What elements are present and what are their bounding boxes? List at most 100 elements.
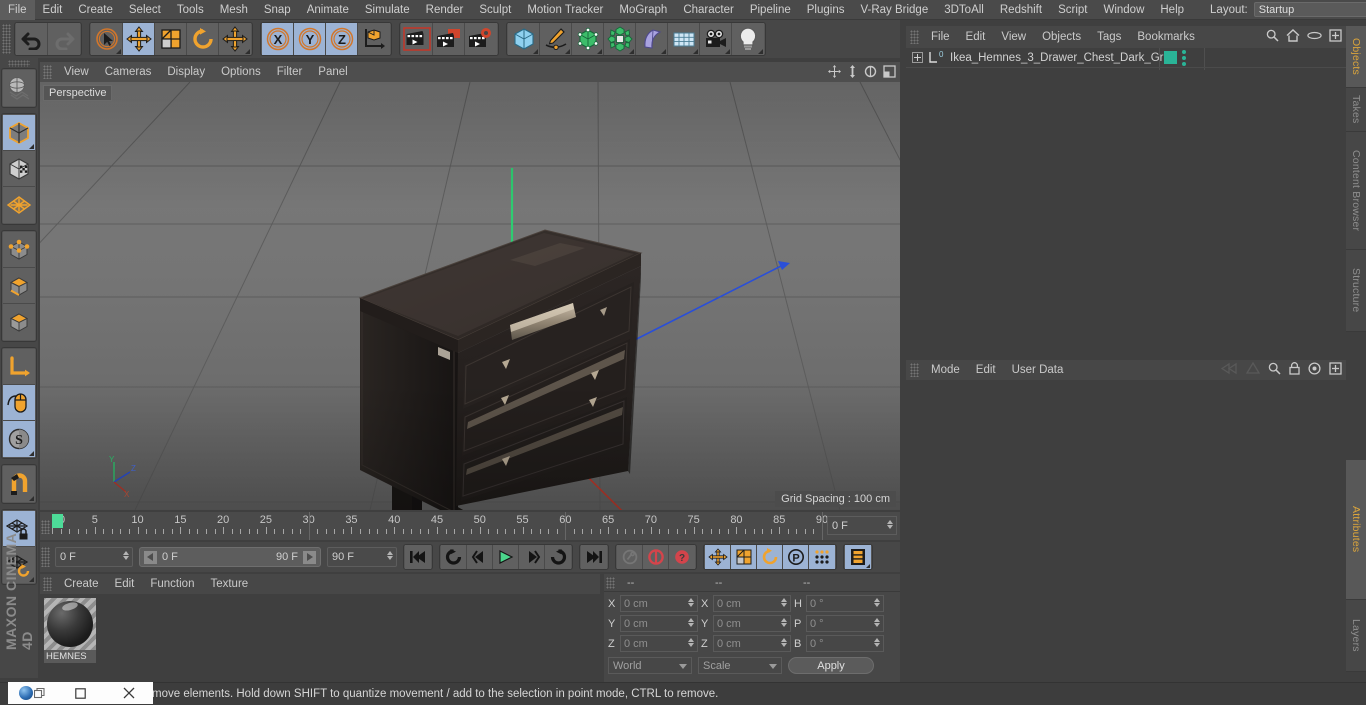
menu-item-window[interactable]: Window	[1095, 0, 1152, 20]
move-button[interactable]	[123, 23, 155, 55]
object-menu-file[interactable]: File	[923, 26, 958, 48]
target-icon[interactable]	[1308, 362, 1321, 378]
parameter-key-button[interactable]: P	[783, 545, 809, 569]
viewport-menu-panel[interactable]: Panel	[310, 62, 355, 82]
step-back-button[interactable]	[467, 545, 493, 569]
back-nav-icon[interactable]	[1220, 362, 1238, 378]
menu-item-plugins[interactable]: Plugins	[799, 0, 853, 20]
lock-x-button[interactable]: X	[262, 23, 294, 55]
previous-key-button[interactable]	[441, 545, 467, 569]
render-to-picture-viewer-button[interactable]	[433, 23, 465, 55]
max-frame-field[interactable]: 90 F	[327, 547, 397, 567]
menu-item-edit[interactable]: Edit	[35, 0, 71, 20]
rotate-button[interactable]	[187, 23, 219, 55]
record-active-objects-button[interactable]	[617, 545, 643, 569]
pan-icon[interactable]	[828, 65, 841, 81]
spinner-icon[interactable]	[874, 638, 880, 647]
add-array-button[interactable]	[604, 23, 636, 55]
menu-item-script[interactable]: Script	[1050, 0, 1095, 20]
coordinate-input-size-x[interactable]: 0 cm	[713, 595, 791, 612]
vtab-structure[interactable]: Structure	[1346, 250, 1366, 332]
menu-item-redshift[interactable]: Redshift	[992, 0, 1050, 20]
object-menu-objects[interactable]: Objects	[1034, 26, 1089, 48]
undo-button[interactable]	[16, 23, 48, 55]
position-key-button[interactable]	[705, 545, 731, 569]
forward-nav-icon[interactable]	[1245, 361, 1261, 378]
attribute-manager-grip[interactable]	[910, 363, 919, 377]
add-cube-button[interactable]	[508, 23, 540, 55]
point-mode-button[interactable]	[3, 232, 35, 268]
vtab-objects[interactable]: Objects	[1346, 26, 1366, 88]
coordinate-system-dropdown[interactable]: World	[608, 657, 692, 674]
app-orb-icon[interactable]	[8, 686, 56, 700]
menu-item-file[interactable]: File	[0, 0, 35, 20]
object-menu-tags[interactable]: Tags	[1089, 26, 1129, 48]
viewport-menu-view[interactable]: View	[56, 62, 97, 82]
enable-tweak-button[interactable]	[3, 385, 35, 421]
go-to-start-button[interactable]	[405, 545, 431, 569]
material-menu-edit[interactable]: Edit	[107, 574, 143, 594]
material-menu-create[interactable]: Create	[56, 574, 107, 594]
coordinate-input-position-y[interactable]: 0 cm	[620, 615, 698, 632]
model-mode-button[interactable]	[3, 115, 35, 151]
vtab-layers[interactable]: Layers	[1346, 600, 1366, 672]
axis-mode-button[interactable]	[3, 349, 35, 385]
lock-icon[interactable]	[1289, 362, 1300, 378]
coordinate-mode-dropdown[interactable]: Scale	[698, 657, 782, 674]
close-icon[interactable]	[105, 687, 153, 699]
snap-button[interactable]	[3, 466, 35, 502]
undo-view-button[interactable]	[3, 70, 35, 106]
step-forward-button[interactable]	[519, 545, 545, 569]
render-settings-button[interactable]	[465, 23, 497, 55]
object-menu-edit[interactable]: Edit	[958, 26, 994, 48]
material-list[interactable]: HEMNES	[40, 594, 600, 682]
search-icon[interactable]	[1268, 362, 1281, 378]
add-spline-button[interactable]	[540, 23, 572, 55]
move-alt-button[interactable]	[219, 23, 251, 55]
scale-key-button[interactable]	[731, 545, 757, 569]
viewport-menu-cameras[interactable]: Cameras	[97, 62, 160, 82]
expand-toggle-icon[interactable]	[912, 52, 923, 63]
redo-button[interactable]	[48, 23, 80, 55]
rotation-key-button[interactable]	[757, 545, 783, 569]
add-light-button[interactable]	[732, 23, 764, 55]
add-tab-icon[interactable]	[1329, 362, 1342, 378]
search-icon[interactable]	[1266, 29, 1279, 45]
menu-item-tools[interactable]: Tools	[169, 0, 212, 20]
play-button[interactable]	[493, 545, 519, 569]
add-camera-button[interactable]	[700, 23, 732, 55]
current-frame-field[interactable]: 0 F	[55, 547, 133, 567]
attribute-menu-mode[interactable]: Mode	[923, 360, 968, 380]
coordinate-input-rotation-h[interactable]: 0 °	[806, 595, 884, 612]
live-selection-button[interactable]	[91, 23, 123, 55]
lock-y-button[interactable]: Y	[294, 23, 326, 55]
apply-button[interactable]: Apply	[788, 657, 874, 674]
scale-button[interactable]	[155, 23, 187, 55]
viewport-grip[interactable]	[43, 65, 52, 79]
coordinate-input-rotation-b[interactable]: 0 °	[806, 635, 884, 652]
next-key-button[interactable]	[545, 545, 571, 569]
timeline-button[interactable]	[845, 545, 871, 569]
material-item[interactable]: HEMNES	[44, 598, 96, 663]
add-scene-button[interactable]	[668, 23, 700, 55]
menu-item-simulate[interactable]: Simulate	[357, 0, 418, 20]
menu-item-render[interactable]: Render	[418, 0, 472, 20]
coordinate-input-position-x[interactable]: 0 cm	[620, 595, 698, 612]
coordinate-input-rotation-p[interactable]: 0 °	[806, 615, 884, 632]
spinner-icon[interactable]	[123, 551, 129, 560]
viewport-menu-filter[interactable]: Filter	[269, 62, 311, 82]
spinner-icon[interactable]	[874, 598, 880, 607]
object-menu-view[interactable]: View	[993, 26, 1034, 48]
polygon-mode-button[interactable]	[3, 304, 35, 340]
keyframe-selection-button[interactable]: ?	[669, 545, 695, 569]
current-time-marker[interactable]	[52, 514, 63, 528]
menu-item-character[interactable]: Character	[675, 0, 742, 20]
spinner-icon[interactable]	[887, 520, 893, 529]
material-thumbnail[interactable]	[44, 598, 96, 650]
menu-item-mesh[interactable]: Mesh	[212, 0, 256, 20]
maximize-view-icon[interactable]	[883, 65, 896, 81]
material-tag-icon[interactable]	[1164, 51, 1177, 64]
spinner-icon[interactable]	[387, 551, 393, 560]
soft-selection-button[interactable]: S	[3, 421, 35, 457]
edge-mode-button[interactable]	[3, 268, 35, 304]
